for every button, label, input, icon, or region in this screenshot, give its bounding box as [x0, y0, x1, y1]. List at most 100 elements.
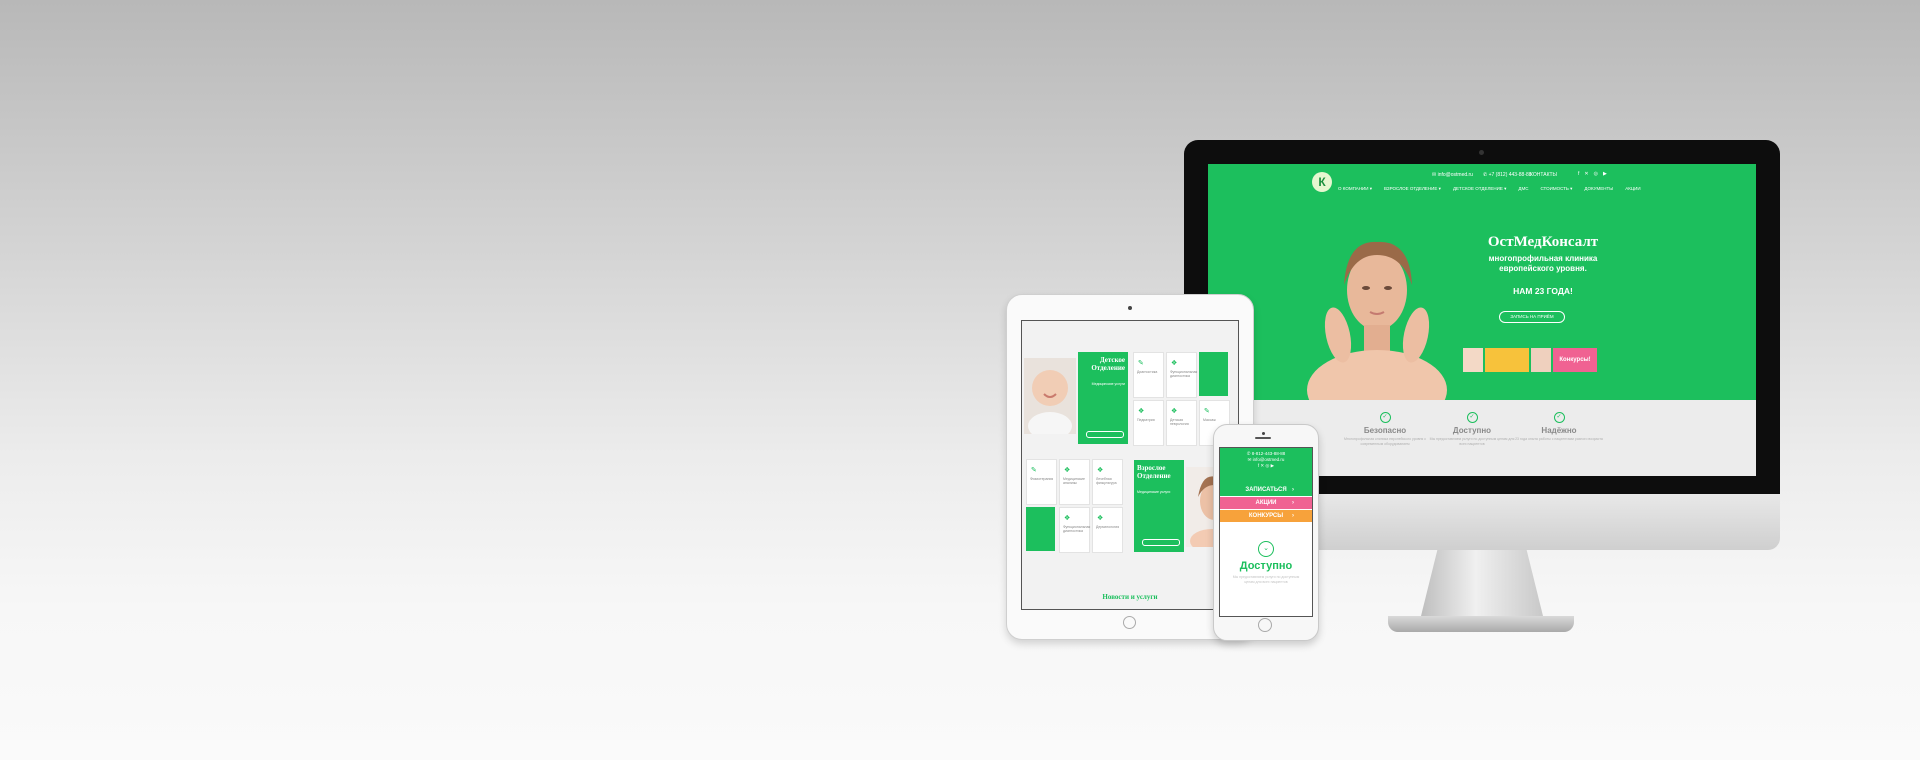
service-tile[interactable]: ❖ Медицинские анализы — [1059, 459, 1090, 505]
service-tile[interactable]: ✎ Диагностика — [1133, 352, 1164, 398]
chevron-right-icon: › — [1292, 513, 1294, 519]
phone-home-button — [1258, 618, 1272, 632]
service-tile[interactable]: ❖ Функциональная диагностика — [1166, 352, 1197, 398]
adult-title-1: Взрослое — [1137, 464, 1166, 472]
ipad-home-button — [1123, 616, 1136, 629]
signup-bar[interactable]: ЗАПИСАТЬСЯ › — [1220, 484, 1312, 496]
medical-icon: ❖ — [1138, 408, 1145, 415]
hero-section: К ✉ info@ostmed.ru ✆ +7 (812) 443-88-88 … — [1208, 164, 1756, 400]
nav-item-dms[interactable]: ДМС — [1518, 186, 1528, 192]
tile-label: Дерматология — [1096, 525, 1120, 529]
phone-speaker — [1255, 437, 1271, 439]
contests-bar[interactable]: КОНКУРСЫ › — [1220, 510, 1312, 522]
contests-label: КОНКУРСЫ — [1248, 513, 1284, 519]
feature-title: Надёжно — [1541, 426, 1577, 435]
phone-camera — [1262, 432, 1265, 435]
medical-icon: ❖ — [1097, 467, 1104, 474]
green-tile-photo[interactable] — [1199, 352, 1228, 396]
service-tile[interactable]: ❖ Функциональная диагностика — [1059, 507, 1090, 553]
tile-label: Массаж — [1203, 418, 1216, 422]
header-phone[interactable]: ✆ +7 (812) 443-88-88 — [1483, 172, 1532, 178]
appointment-button[interactable]: ЗАПИСЬ НА ПРИЁМ — [1499, 311, 1565, 323]
kids-department-card[interactable]: Детское Отделение Медицинские услуги — [1078, 352, 1128, 444]
feature-title: Доступно — [1452, 426, 1492, 435]
tile-label: Педиатрия — [1137, 418, 1155, 422]
hero-years: НАМ 23 ГОДА! — [1513, 286, 1573, 296]
ipad-section-title[interactable]: Новости и услуги — [1022, 593, 1238, 601]
feature-reliable: ✓ Надёжно 23 года опыта работы с пациент… — [1514, 412, 1604, 442]
header-email[interactable]: ✉ info@ostmed.ru — [1432, 172, 1473, 178]
phone-text: +7 (812) 443-88-88 — [1488, 172, 1532, 178]
brand-logo[interactable]: К — [1312, 172, 1332, 192]
check-icon: ✓ — [1379, 412, 1391, 423]
instagram-icon[interactable]: ◎ — [1594, 171, 1598, 177]
adult-more-button[interactable] — [1142, 539, 1180, 546]
tile-label: Медицинские анализы — [1063, 477, 1085, 485]
main-nav: О КОМПАНИИ ▾ ВЗРОСЛОЕ ОТДЕЛЕНИЕ ▾ ДЕТСКО… — [1338, 186, 1641, 192]
baby-photo — [1024, 358, 1076, 434]
tile-label: Физиотерапия — [1030, 477, 1054, 481]
tile-label: Функциональная диагностика — [1063, 525, 1091, 533]
signup-label: ЗАПИСАТЬСЯ — [1245, 487, 1287, 493]
phone-feature-title: Доступно — [1239, 560, 1293, 572]
nav-item-adult[interactable]: ВЗРОСЛОЕ ОТДЕЛЕНИЕ ▾ — [1384, 186, 1441, 192]
green-tile-photo[interactable] — [1026, 507, 1055, 551]
tile-label: Детская неврология — [1170, 418, 1189, 426]
phone-feature-text: Мы предоставляем услуги по доступным цен… — [1232, 575, 1300, 584]
promo-contests-banner[interactable]: Конкурсы! — [1553, 348, 1597, 372]
promo-photo-1[interactable] — [1463, 348, 1483, 372]
tile-label: Диагностика — [1137, 370, 1158, 374]
chevron-right-icon: › — [1292, 500, 1294, 506]
medical-icon: ❖ — [1171, 360, 1178, 367]
tile-label: Функциональная диагностика — [1170, 370, 1198, 378]
phone-email[interactable]: info@ostmed.ru — [1253, 457, 1285, 462]
medical-icon: ❖ — [1171, 408, 1178, 415]
email-text: info@ostmed.ru — [1437, 172, 1473, 178]
kids-subtitle: Медицинские услуги — [1091, 382, 1125, 386]
hero-title: ОстМедКонсалт — [1487, 234, 1599, 250]
promos-bar[interactable]: АКЦИИ › — [1220, 497, 1312, 509]
kids-more-button[interactable] — [1086, 431, 1124, 438]
header-contacts-link[interactable]: КОНТАКТЫ — [1530, 172, 1557, 178]
service-tile[interactable]: ❖ Педиатрия — [1133, 400, 1164, 446]
syringe-icon: ✎ — [1138, 360, 1144, 367]
check-icon: ✓ — [1553, 412, 1565, 423]
nav-item-about[interactable]: О КОМПАНИИ ▾ — [1338, 186, 1372, 192]
nav-item-prices[interactable]: СТОИМОСТЬ ▾ — [1540, 186, 1572, 192]
tile-label: Лечебная физкультура — [1096, 477, 1117, 485]
service-tile[interactable]: ✎ Физиотерапия — [1026, 459, 1057, 505]
service-tile[interactable]: ❖ Дерматология — [1092, 507, 1123, 553]
hero-subtitle: многопрофильная клиника европейского уро… — [1458, 254, 1628, 274]
nav-item-kids[interactable]: ДЕТСКОЕ ОТДЕЛЕНИЕ ▾ — [1453, 186, 1506, 192]
phone-screen: ✆ 8-812-443-88-88 ✉ info@ostmed.ru f ✕ ◎… — [1219, 447, 1313, 617]
promo-banner-yellow[interactable] — [1485, 348, 1529, 372]
check-icon: ✓ — [1466, 412, 1478, 423]
feature-affordable: ✓ Доступно Мы предоставляем услуги по до… — [1427, 412, 1517, 447]
feature-text: Многопрофильная клиника европейского уро… — [1343, 437, 1427, 446]
medical-icon: ❖ — [1064, 467, 1071, 474]
adult-subtitle: Медицинские услуги — [1137, 490, 1171, 494]
feature-safe: ✓ Безопасно Многопрофильная клиника евро… — [1340, 412, 1430, 447]
imac-camera — [1479, 150, 1484, 155]
syringe-icon: ✎ — [1031, 467, 1037, 474]
hero-woman-photo — [1307, 241, 1447, 400]
imac-stand — [1420, 550, 1544, 620]
imac-base — [1388, 616, 1574, 632]
nav-item-promos[interactable]: АКЦИИ — [1625, 186, 1640, 192]
facebook-icon[interactable]: f — [1578, 171, 1579, 177]
feature-title: Безопасно — [1363, 426, 1407, 435]
medical-icon: ❖ — [1097, 515, 1104, 522]
phone-number[interactable]: 8-812-443-88-88 — [1252, 451, 1286, 456]
promo-photo-2[interactable] — [1531, 348, 1551, 372]
service-tile[interactable]: ❖ Лечебная физкультура — [1092, 459, 1123, 505]
chevron-down-icon[interactable]: ⌄ — [1258, 541, 1274, 557]
vk-icon[interactable]: ✕ — [1584, 171, 1588, 177]
nav-item-documents[interactable]: ДОКУМЕНТЫ — [1584, 186, 1613, 192]
phone-social-icons: f ✕ ◎ ▶ — [1257, 463, 1275, 468]
adult-department-card[interactable]: Взрослое Отделение Медицинские услуги — [1134, 460, 1184, 552]
chevron-right-icon: › — [1292, 487, 1294, 493]
service-tile[interactable]: ❖ Детская неврология — [1166, 400, 1197, 446]
youtube-icon[interactable]: ▶ — [1603, 171, 1607, 177]
promos-label: АКЦИИ — [1255, 500, 1277, 506]
feature-text: 23 года опыта работы с пациентами разног… — [1515, 437, 1603, 441]
